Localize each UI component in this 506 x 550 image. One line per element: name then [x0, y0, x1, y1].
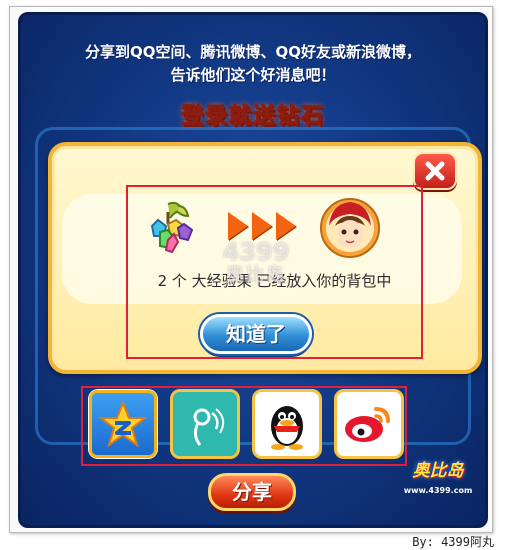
qzone-icon	[99, 401, 147, 447]
tencent-weibo-icon	[193, 408, 225, 446]
qq-penguin-icon	[271, 406, 303, 450]
close-icon	[425, 161, 445, 181]
logo-text: 奥比岛	[412, 461, 464, 481]
share-prompt-line-2: 告诉他们这个好消息吧！	[170, 66, 336, 84]
share-qzone-button[interactable]	[88, 389, 158, 459]
share-prompt: 分享到QQ空间、腾讯微博、QQ好友或新浪微博， 告诉他们这个好消息吧！	[29, 41, 477, 87]
sina-weibo-icon	[345, 407, 390, 442]
arrow-right-icon	[276, 212, 296, 240]
share-options	[88, 389, 404, 461]
game-logo: 奥比岛 www.4399.com	[394, 462, 482, 512]
experience-fruit-icon	[150, 201, 194, 254]
page-title: 登录就送钻石	[180, 104, 325, 130]
share-button[interactable]: 分享	[208, 473, 296, 511]
reward-message: 2 个 大经验果 已经放入你的背包中	[157, 272, 392, 290]
logo-url: www.4399.com	[403, 486, 473, 495]
avatar	[320, 198, 380, 258]
transfer-arrows	[228, 212, 306, 242]
arrow-right-icon	[228, 212, 248, 240]
share-prompt-line-1: 分享到QQ空间、腾讯微博、QQ好友或新浪微博，	[84, 43, 421, 61]
arrow-right-icon	[252, 212, 272, 240]
ok-button[interactable]: 知道了	[200, 314, 312, 354]
share-qq-button[interactable]	[252, 389, 322, 459]
share-sina-weibo-button[interactable]	[334, 389, 404, 459]
share-tencent-weibo-button[interactable]	[170, 389, 240, 459]
author-credit: By: 4399阿丸	[412, 535, 494, 549]
